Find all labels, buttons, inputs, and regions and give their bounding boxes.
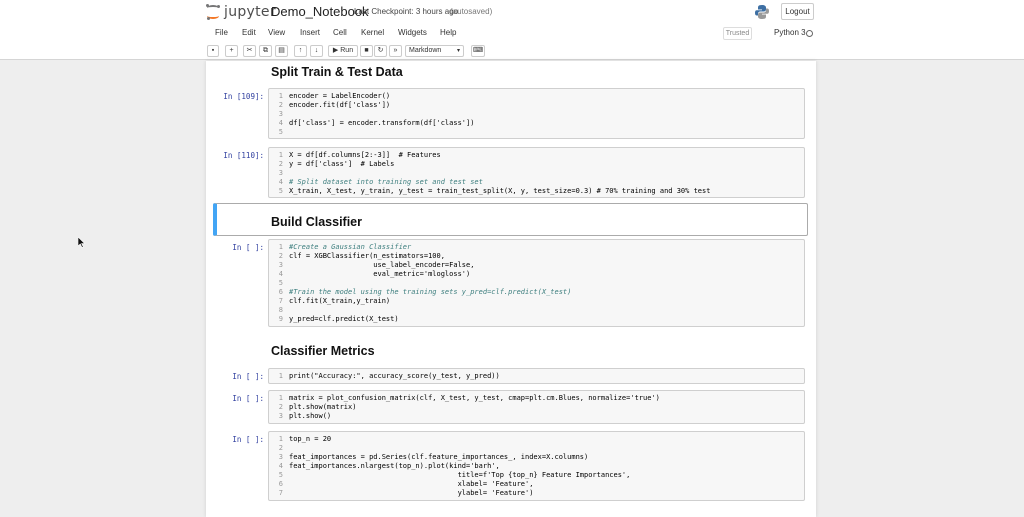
logo-text: jupyter [224,4,276,20]
arrow-up-icon: ↑ [298,47,303,54]
command-palette-button[interactable]: ⌨ [471,45,485,57]
code-line: #Train the model using the training sets… [289,288,572,296]
menu-widgets[interactable]: Widgets [398,28,427,37]
code-line: top_n = 20 [289,435,332,443]
move-down-button[interactable]: ↓ [310,45,323,57]
code-line: # Split dataset into training set and te… [289,178,483,186]
menubar: File Edit View Insert Cell Kernel Widget… [0,26,1024,42]
code-cell-input[interactable]: 1 matrix = plot_confusion_matrix(clf, X_t… [268,390,805,424]
code-cell-input[interactable]: 1X = df[df.columns[2:-3]] # Features 2y … [268,147,805,198]
code-line: y = df['class'] # Labels [289,160,395,168]
code-line: clf.fit(X_train,y_train) [289,297,391,305]
code-line: X_train, X_test, y_train, y_test = train… [289,187,711,195]
code-line: title=f'Top {top_n} Feature Importances'… [289,471,631,479]
menu-kernel[interactable]: Kernel [361,28,384,37]
code-line: encoder.fit(df['class']) [289,101,391,109]
paste-button[interactable]: ▤ [275,45,288,57]
code-line: matrix = plot_confusion_matrix(clf, X_te… [289,394,660,402]
cell-prompt: In [ ]: [232,372,264,381]
heading-build-classifier[interactable]: Build Classifier [271,215,362,229]
checkpoint-status: Last Checkpoint: 3 hours ago [354,7,459,16]
autosave-status: (autosaved) [450,7,493,16]
cell-type-value: Markdown [409,47,442,54]
run-label: Run [340,47,354,54]
cell-type-select[interactable]: Markdown ▾ [405,45,464,57]
code-line: encoder = LabelEncoder() [289,92,391,100]
plus-icon: + [229,47,234,54]
menu-view[interactable]: View [268,28,285,37]
mouse-cursor-icon [78,237,86,248]
code-line: df['class'] = encoder.transform(df['clas… [289,119,475,127]
code-line: plt.show() [289,412,332,420]
restart-run-all-button[interactable]: » [389,45,402,57]
toolbar: ▪ + ✂ ⧉ ▤ ↑ ↓ ▶ Run ■ ↻ » Markdown ▾ ⌨ [0,42,1024,60]
cell-prompt: In [ ]: [232,394,264,403]
copy-icon: ⧉ [263,47,268,54]
kernel-status-icon [806,30,813,37]
code-cell-input[interactable]: 1 encoder = LabelEncoder() 2 encoder.fit(d… [268,88,805,139]
code-line: clf = XGBClassifier(n_estimators=100, [289,252,445,260]
cut-button[interactable]: ✂ [243,45,256,57]
move-up-button[interactable]: ↑ [294,45,307,57]
scissors-icon: ✂ [246,47,253,54]
save-button[interactable]: ▪ [207,45,219,57]
heading-classifier-metrics[interactable]: Classifier Metrics [271,344,375,358]
code-cell-input[interactable]: 1 print("Accuracy:", accuracy_score(y_tes… [268,368,805,384]
interrupt-button[interactable]: ■ [360,45,373,57]
code-line: ylabel= 'Feature') [289,489,534,497]
paste-icon: ▤ [278,47,285,54]
run-button[interactable]: ▶ Run [328,45,358,57]
code-line: print("Accuracy:", accuracy_score(y_test… [289,372,500,380]
code-line: feat_importances = pd.Series(clf.feature… [289,453,589,461]
cell-prompt: In [109]: [223,92,264,101]
trusted-indicator[interactable]: Trusted [723,27,752,40]
chevron-down-icon: ▾ [456,48,460,54]
menu-help[interactable]: Help [440,28,456,37]
code-line: y_pred=clf.predict(X_test) [289,315,399,323]
stop-icon: ■ [364,47,369,54]
menu-insert[interactable]: Insert [300,28,320,37]
code-line: plt.show(matrix) [289,403,357,411]
save-icon: ▪ [211,47,215,54]
jupyter-logo[interactable]: jupyter [206,4,276,20]
copy-button[interactable]: ⧉ [259,45,272,57]
menu-file[interactable]: File [215,28,228,37]
code-cell-input[interactable]: 1 #Create a Gaussian Classifier 2 clf = XG… [268,239,805,327]
fast-forward-icon: » [393,47,398,54]
code-line: feat_importances.nlargest(top_n).plot(ki… [289,462,500,470]
code-cell-input[interactable]: 1 top_n = 20 2 3 feat_importances = pd.Ser… [268,431,805,501]
jupyter-logo-icon [206,4,220,20]
logout-button[interactable]: Logout [781,3,814,20]
keyboard-icon: ⌨ [472,47,484,54]
insert-cell-button[interactable]: + [225,45,238,57]
cell-prompt: In [ ]: [232,435,264,444]
arrow-down-icon: ↓ [314,47,319,54]
code-line: X = df[df.columns[2:-3]] # Features [289,151,441,159]
restart-button[interactable]: ↻ [374,45,387,57]
code-line: xlabel= 'Feature', [289,480,534,488]
python-kernel-icon [755,5,769,19]
play-icon: ▶ [332,47,339,54]
code-line: #Create a Gaussian Classifier [289,243,412,251]
cell-prompt: In [ ]: [232,243,264,252]
menu-edit[interactable]: Edit [242,28,256,37]
restart-icon: ↻ [377,47,384,54]
code-line: use_label_encoder=False, [289,261,475,269]
cell-prompt: In [110]: [223,151,264,160]
kernel-name[interactable]: Python 3 [774,28,806,37]
header: jupyter Demo_Notebook Last Checkpoint: 3… [0,0,1024,26]
code-line: eval_metric='mlogloss') [289,270,471,278]
heading-split-train-test[interactable]: Split Train & Test Data [271,65,403,79]
menu-cell[interactable]: Cell [333,28,347,37]
